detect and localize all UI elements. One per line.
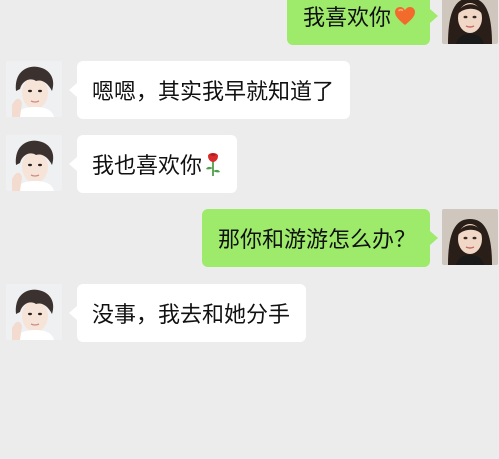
message-text: 嗯嗯，其实我早就知道了 — [92, 80, 335, 105]
message-text: 没事，我去和她分手 — [92, 303, 291, 328]
message-text: 我喜欢你 — [302, 6, 391, 31]
avatar-contact[interactable] — [6, 61, 62, 117]
message-bubble-received[interactable]: 嗯嗯，其实我早就知道了 — [68, 61, 351, 119]
message-bubble-sent[interactable]: 那你和游游怎么办？ — [201, 209, 439, 267]
message-text: 那你和游游怎么办？ — [217, 228, 416, 253]
avatar-contact[interactable] — [6, 284, 62, 340]
avatar-contact[interactable] — [6, 135, 62, 191]
message-bubble-received[interactable]: 没事，我去和她分手 — [68, 284, 307, 342]
message-text: 我也喜欢你 — [92, 154, 203, 179]
orange-heart-icon — [394, 6, 416, 26]
message-bubble-received[interactable]: 我也喜欢你 — [68, 135, 238, 193]
avatar-self[interactable] — [442, 209, 498, 265]
message-bubble-sent[interactable]: 我喜欢你 — [286, 0, 439, 45]
rose-icon — [205, 151, 221, 177]
avatar-self[interactable] — [442, 0, 498, 44]
